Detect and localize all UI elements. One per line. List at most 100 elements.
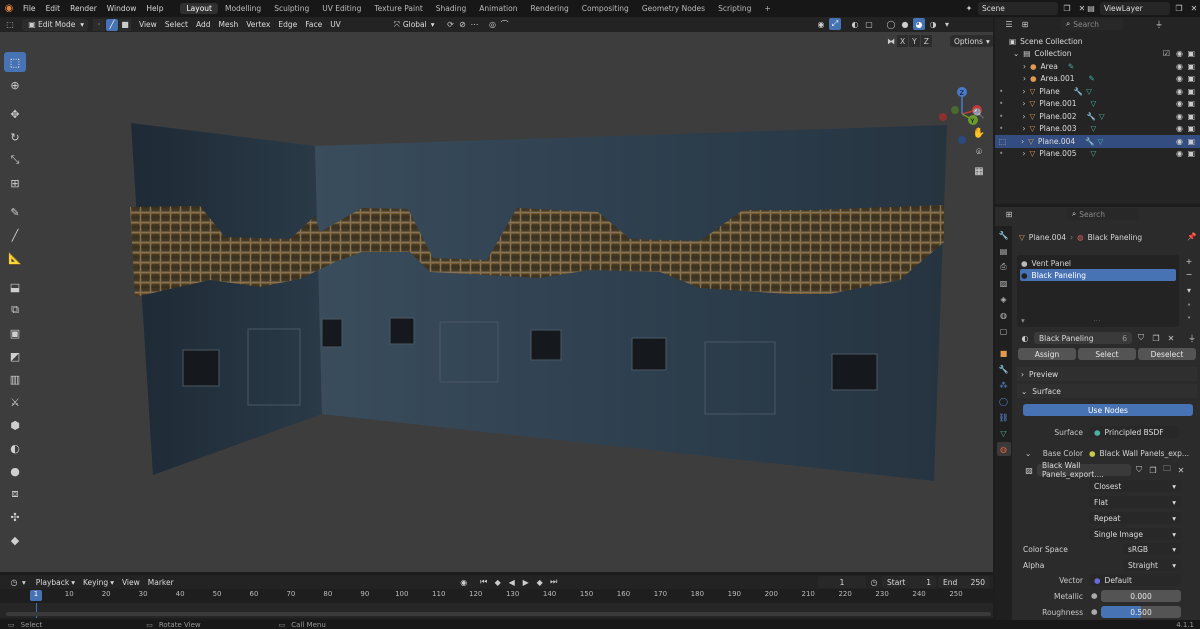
camera-icon[interactable]: ▣ xyxy=(1187,99,1195,108)
mirror-y-toggle[interactable]: Y xyxy=(909,35,920,47)
camera-icon[interactable]: ▣ xyxy=(1187,124,1195,133)
overlay-icon[interactable]: ◐ xyxy=(849,18,861,30)
list-resize-handle-icon[interactable]: ⋯ xyxy=(1093,316,1101,325)
material-browse-icon[interactable]: ◐ xyxy=(1019,332,1031,344)
tab-compositing[interactable]: Compositing xyxy=(576,3,635,14)
data-tab-icon[interactable]: ▽ xyxy=(997,426,1011,440)
object-tab-icon[interactable]: ■ xyxy=(997,346,1011,360)
add-cube-tool-icon[interactable]: ⬓ xyxy=(4,277,26,297)
tab-rendering[interactable]: Rendering xyxy=(524,3,574,14)
tree-row[interactable]: • › ▽ Plane.005 ▽ ◉ ▣ xyxy=(995,148,1200,161)
properties-search-input[interactable]: ⌕ Search xyxy=(1067,208,1139,220)
vertex-select-icon[interactable]: · xyxy=(93,18,105,31)
wireframe-shading-icon[interactable]: ◯ xyxy=(885,18,897,30)
add-slot-icon[interactable]: + xyxy=(1183,255,1195,267)
material-tab-icon[interactable]: ◍ xyxy=(996,442,1011,456)
expand-icon[interactable]: › xyxy=(1021,137,1024,146)
link-type-icon[interactable]: ⏚ xyxy=(1186,332,1198,344)
end-frame-field[interactable]: End 250 xyxy=(938,576,990,588)
mirror-x-toggle[interactable]: X xyxy=(897,35,909,47)
chevron-down-icon[interactable]: ⌄ xyxy=(1025,449,1031,458)
surface-shader-field[interactable]: ● Principled BSDF xyxy=(1089,426,1179,438)
expand-icon[interactable]: › xyxy=(1023,74,1026,83)
remove-slot-icon[interactable]: − xyxy=(1183,268,1195,280)
use-nodes-button[interactable]: Use Nodes xyxy=(1023,404,1193,416)
extrude-tool-icon[interactable]: ⧉ xyxy=(4,300,26,320)
face-select-icon[interactable]: ■ xyxy=(119,18,131,31)
camera-icon[interactable]: ▣ xyxy=(1187,49,1195,58)
alpha-dropdown[interactable]: Straight ▾ xyxy=(1123,559,1181,571)
pan-hand-icon[interactable]: ✋ xyxy=(972,126,986,140)
expand-icon[interactable]: ⌄ xyxy=(1013,49,1019,58)
menu-window[interactable]: Window xyxy=(102,4,142,13)
eye-icon[interactable]: ◉ xyxy=(1176,49,1183,58)
camera-icon[interactable]: ▣ xyxy=(1187,112,1195,121)
annotate-line-tool-icon[interactable]: ╱ xyxy=(4,225,26,245)
poly-build-tool-icon[interactable]: ⬢ xyxy=(4,415,26,435)
unlink-image-icon[interactable]: ✕ xyxy=(1175,464,1187,476)
projection-dropdown[interactable]: Flat ▾ xyxy=(1089,496,1181,508)
vector-field[interactable]: ● Default xyxy=(1089,574,1181,586)
base-color-link[interactable]: ● Black Wall Panels_exp... xyxy=(1089,449,1189,458)
tab-texture-paint[interactable]: Texture Paint xyxy=(368,3,428,14)
timeline-editor-icon[interactable]: ◷ xyxy=(8,576,20,588)
viewlayer-field[interactable]: ViewLayer xyxy=(1100,2,1170,15)
menu-view[interactable]: View xyxy=(135,19,161,31)
frame-ruler[interactable]: 1 10 20 30 40 50 60 70 80 90 100 110 120 130 140 150 160… xyxy=(0,589,993,603)
menu-render[interactable]: Render xyxy=(65,4,102,13)
expand-icon[interactable]: › xyxy=(1022,87,1025,96)
expand-icon[interactable]: › xyxy=(1022,112,1025,121)
menu-vertex[interactable]: Vertex xyxy=(242,19,274,31)
menu-file[interactable]: File xyxy=(18,4,41,13)
menu-help[interactable]: Help xyxy=(141,4,168,13)
smooth-tool-icon[interactable]: ● xyxy=(4,461,26,481)
mode-dropdown[interactable]: ▣ Edit Mode ▾ xyxy=(22,18,88,31)
menu-select[interactable]: Select xyxy=(161,19,192,31)
duplicate-material-icon[interactable]: ❐ xyxy=(1150,332,1162,344)
copy-scene-icon[interactable]: ❐ xyxy=(1061,3,1073,15)
timeline-scrollbar[interactable] xyxy=(6,612,991,616)
color-space-dropdown[interactable]: sRGB ▾ xyxy=(1123,543,1181,555)
expand-icon[interactable]: › xyxy=(1023,62,1026,71)
start-frame-field[interactable]: Start 1 xyxy=(882,576,936,588)
mirror-z-toggle[interactable]: Z xyxy=(920,35,932,47)
blender-logo-icon[interactable]: ◉ xyxy=(0,0,18,17)
surface-section[interactable]: ⌄ Surface xyxy=(1017,384,1197,398)
extension-dropdown[interactable]: Repeat ▾ xyxy=(1089,512,1181,524)
rendered-shading-icon[interactable]: ◑ xyxy=(927,18,939,30)
close-viewlayer-icon[interactable]: ✕ xyxy=(1188,3,1200,15)
filter-mode-icon[interactable]: ⊞ xyxy=(1019,18,1031,30)
next-keyframe-icon[interactable]: ◆ xyxy=(534,576,546,588)
camera-icon[interactable]: ▣ xyxy=(1187,149,1195,158)
tab-geometry-nodes[interactable]: Geometry Nodes xyxy=(636,3,711,14)
rotate-tool-icon[interactable]: ↻ xyxy=(4,127,26,147)
edge-select-icon[interactable]: ╱ xyxy=(106,18,118,31)
output-tab-icon[interactable]: ⎙ xyxy=(997,260,1011,274)
camera-view-icon[interactable]: ⌾ xyxy=(972,145,986,159)
tool-tab-icon[interactable]: 🔧 xyxy=(997,228,1011,242)
select-box-tool-icon[interactable]: ⬚ xyxy=(4,52,26,72)
options-dropdown[interactable]: Options ▾ xyxy=(950,35,993,47)
timeline-view-menu[interactable]: View xyxy=(118,576,144,588)
eye-icon[interactable]: ◉ xyxy=(1176,62,1183,71)
camera-icon[interactable]: ▣ xyxy=(1187,62,1195,71)
move-down-icon[interactable]: ˅ xyxy=(1183,314,1195,326)
metallic-slider[interactable]: 0.000 xyxy=(1101,590,1181,602)
inset-tool-icon[interactable]: ▣ xyxy=(4,323,26,343)
eye-icon[interactable]: ◉ xyxy=(1176,137,1183,146)
fake-user-icon[interactable]: ⛉ xyxy=(1135,332,1147,344)
tree-row[interactable]: • › ▽ Plane 🔧 ▽ ◉ ▣ xyxy=(995,85,1200,98)
view-layer-tab-icon[interactable]: ▨ xyxy=(997,276,1011,290)
tree-row-selected[interactable]: ⬚ › ▽ Plane.004 🔧 ▽ ◉ ▣ xyxy=(995,135,1200,148)
assign-button[interactable]: Assign xyxy=(1018,348,1076,360)
scale-tool-icon[interactable]: ⤡ xyxy=(4,150,26,170)
prev-keyframe-icon[interactable]: ◆ xyxy=(492,576,504,588)
editor-type-icon[interactable]: ⬚ xyxy=(4,19,16,31)
expand-icon[interactable]: › xyxy=(1022,124,1025,133)
preview-range-icon[interactable]: ◷ xyxy=(868,576,880,588)
tab-animation[interactable]: Animation xyxy=(473,3,523,14)
material-shading-icon[interactable]: ◕ xyxy=(913,18,925,30)
camera-icon[interactable]: ▣ xyxy=(1187,137,1195,146)
bevel-tool-icon[interactable]: ◩ xyxy=(4,346,26,366)
play-icon[interactable]: ▶ xyxy=(520,576,532,588)
